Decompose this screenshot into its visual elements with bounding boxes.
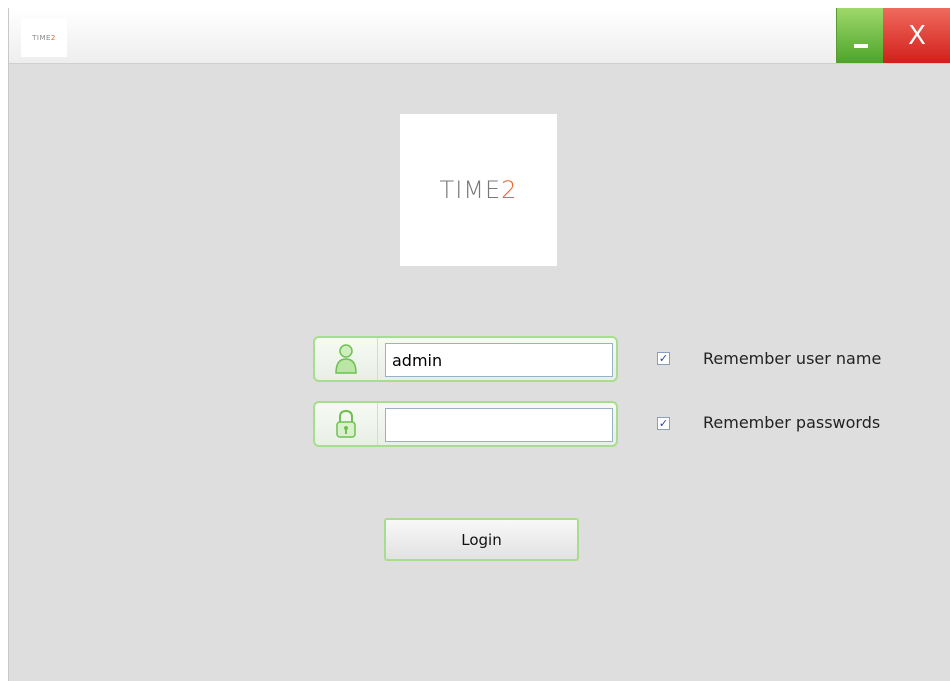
app-logo-text: TIME [439, 176, 502, 204]
login-window: TIME2 X TIME2 ✓ R [8, 8, 950, 681]
close-button[interactable]: X [883, 8, 950, 63]
login-button-label: Login [461, 530, 502, 549]
app-logo-small-text: TIME [32, 34, 51, 42]
app-logo-digit: 2 [501, 176, 518, 204]
minimize-button[interactable] [836, 8, 884, 63]
title-bar: TIME 2 X [9, 8, 950, 64]
login-button[interactable]: Login [384, 518, 579, 561]
remember-password-label: Remember passwords [703, 413, 881, 432]
remember-password-checkbox[interactable]: ✓ [657, 417, 670, 430]
password-field-frame [313, 401, 618, 447]
app-logo: TIME 2 [400, 114, 557, 266]
user-icon [315, 338, 378, 380]
minimize-icon [854, 44, 868, 48]
remember-username-checkbox[interactable]: ✓ [657, 352, 670, 365]
password-input[interactable] [385, 408, 613, 442]
username-field-frame [313, 336, 618, 382]
app-logo-small-digit: 2 [50, 34, 56, 42]
padlock-icon [315, 403, 378, 445]
username-input[interactable] [385, 343, 613, 377]
close-icon: X [908, 20, 926, 51]
remember-username-label: Remember user name [703, 349, 882, 368]
app-logo-small: TIME 2 [21, 19, 67, 57]
